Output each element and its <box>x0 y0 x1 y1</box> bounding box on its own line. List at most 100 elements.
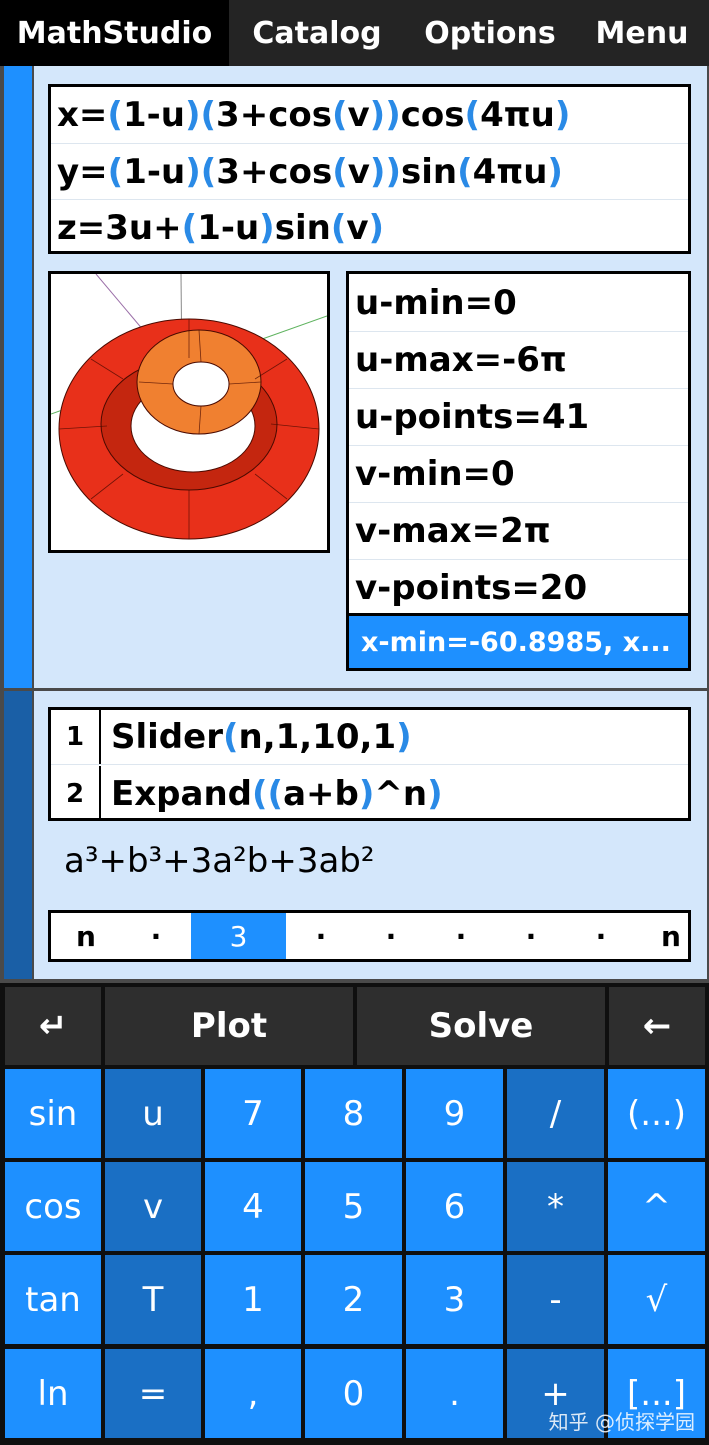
bracket-token: ( <box>181 207 198 248</box>
key-[interactable]: = <box>105 1349 201 1438</box>
slider-tick[interactable]: · <box>566 913 636 959</box>
math-keyboard: ↵ Plot Solve ← sin u 7 8 9/(...) cos v 4 5 6 * ^ tan… <box>0 983 709 1445</box>
expression-token: 4πu <box>480 95 555 135</box>
key-[interactable]: , <box>205 1349 301 1438</box>
bracket-token: ) <box>427 773 443 814</box>
key-6[interactable]: 6 <box>406 1162 503 1251</box>
slider-tick[interactable]: · <box>356 913 426 959</box>
enter-key[interactable]: ↵ <box>5 987 101 1065</box>
key-5[interactable]: 5 <box>305 1162 402 1251</box>
key-4[interactable]: 4 <box>205 1162 301 1251</box>
section-body: 1 Slider(n,1,10,1) 2 Expand((a+b)^n) a³+… <box>34 691 707 979</box>
command-code[interactable]: Slider(n,1,10,1) <box>101 717 412 757</box>
view-range-summary[interactable]: x-min=-60.8985, x... <box>346 616 691 671</box>
section-handle[interactable] <box>4 66 32 688</box>
bracket-token: ) <box>369 151 386 192</box>
bracket-token: ( <box>107 151 124 192</box>
key-[interactable]: / <box>507 1069 604 1158</box>
section-handle[interactable] <box>4 691 32 979</box>
bracket-token: ( <box>107 95 123 135</box>
slider-thumb-value[interactable]: 3 <box>191 913 286 959</box>
bracket-token: ) <box>385 95 401 135</box>
equation-x[interactable]: x=(1-u)(3+cos(v)) cos(4πu) <box>51 87 688 143</box>
tab-catalog[interactable]: Catalog <box>229 0 405 66</box>
key-[interactable]: . <box>406 1349 503 1438</box>
expression-token: 4πu <box>472 151 548 192</box>
parametric-plot-section: x=(1-u)(3+cos(v)) cos(4πu) y=(1-u)(3+cos(… <box>0 66 709 688</box>
key-1[interactable]: 1 <box>205 1255 301 1344</box>
key-7[interactable]: 7 <box>205 1069 301 1158</box>
expression-token: sin <box>401 151 458 192</box>
key-u[interactable]: u <box>105 1069 201 1158</box>
command-code[interactable]: Expand((a+b)^n) <box>101 774 443 814</box>
3d-surface-plot <box>51 274 327 540</box>
bracket-token: ( <box>251 773 268 814</box>
expression-token: y= <box>57 151 108 192</box>
expression-token: 3+cos <box>216 95 332 135</box>
key-tan[interactable]: tan <box>5 1255 101 1344</box>
param-v-max[interactable]: v-max=2π <box>349 502 688 559</box>
key-[interactable]: - <box>507 1255 604 1344</box>
key-T[interactable]: T <box>105 1255 201 1344</box>
slider-tick[interactable]: · <box>121 913 191 959</box>
key-[interactable]: √ <box>608 1255 705 1344</box>
slider-tick[interactable]: · <box>496 913 566 959</box>
line-number: 2 <box>51 766 101 821</box>
slider-label-right: n <box>661 919 681 953</box>
expression-token: sin <box>274 207 331 248</box>
bracket-token: ) <box>385 151 401 192</box>
expression-token: v <box>346 207 369 248</box>
n-slider[interactable]: n · 3 · · · · · n <box>48 910 691 962</box>
expression-token: ^n <box>374 773 428 814</box>
key-9[interactable]: 9 <box>406 1069 503 1158</box>
key-0[interactable]: 0 <box>305 1349 402 1438</box>
param-v-min[interactable]: v-min=0 <box>349 445 688 502</box>
bracket-token: ( <box>331 95 348 135</box>
command-section: 1 Slider(n,1,10,1) 2 Expand((a+b)^n) a³+… <box>0 691 709 979</box>
backspace-key[interactable]: ← <box>609 987 705 1065</box>
bracket-token: ) <box>396 717 412 757</box>
bracket-token: ( <box>222 717 239 757</box>
command-row[interactable]: 2 Expand((a+b)^n) <box>51 766 688 821</box>
slider-label-left: n <box>76 919 96 953</box>
3d-plot-view[interactable] <box>48 271 330 553</box>
param-u-min[interactable]: u-min=0 <box>349 274 688 331</box>
equation-z[interactable]: z=3u+(1-u) sin(v) <box>51 199 688 255</box>
key-2[interactable]: 2 <box>305 1255 402 1344</box>
slider-tick[interactable]: · <box>286 913 356 959</box>
command-row[interactable]: 1 Slider(n,1,10,1) <box>51 710 688 765</box>
key-8[interactable]: 8 <box>305 1069 402 1158</box>
param-u-max[interactable]: u-max=-6π <box>349 331 688 388</box>
tab-menu[interactable]: Menu <box>575 0 709 66</box>
key-[interactable]: * <box>507 1162 604 1251</box>
param-v-points[interactable]: v-points=20 <box>349 559 688 616</box>
key-3[interactable]: 3 <box>406 1255 503 1344</box>
command-box[interactable]: 1 Slider(n,1,10,1) 2 Expand((a+b)^n) <box>48 707 691 821</box>
bracket-token: ( <box>457 151 473 192</box>
expression-token: x= <box>57 95 108 135</box>
bracket-token: ) <box>554 95 571 135</box>
document-area: x=(1-u)(3+cos(v)) cos(4πu) y=(1-u)(3+cos(… <box>0 66 709 983</box>
solve-button[interactable]: Solve <box>357 987 605 1065</box>
param-u-points[interactable]: u-points=41 <box>349 388 688 445</box>
top-menu-bar: MathStudio Catalog Options Menu <box>0 0 709 66</box>
watermark: 知乎 @侦探学园 <box>548 1410 695 1434</box>
key-sin[interactable]: sin <box>5 1069 101 1158</box>
key-cos[interactable]: cos <box>5 1162 101 1251</box>
expression-token: z=3u+ <box>57 207 182 248</box>
equation-box[interactable]: x=(1-u)(3+cos(v)) cos(4πu) y=(1-u)(3+cos(… <box>48 84 691 254</box>
key-[interactable]: ^ <box>608 1162 705 1251</box>
equation-y[interactable]: y=(1-u)(3+cos(v)) sin(4πu) <box>51 143 688 199</box>
key-[interactable]: (...) <box>608 1069 705 1158</box>
parameter-list[interactable]: u-min=0 u-max=-6π u-points=41 v-min=0 v-… <box>346 271 691 616</box>
bracket-token: ( <box>464 95 481 135</box>
bracket-token: ) <box>184 95 201 135</box>
tab-options[interactable]: Options <box>405 0 575 66</box>
expression-token: Expand <box>111 773 252 814</box>
key-v[interactable]: v <box>105 1162 201 1251</box>
slider-tick[interactable]: · <box>426 913 496 959</box>
expression-token: v <box>347 151 370 192</box>
key-ln[interactable]: ln <box>5 1349 101 1438</box>
plot-button[interactable]: Plot <box>105 987 353 1065</box>
tab-mathstudio[interactable]: MathStudio <box>0 0 229 66</box>
